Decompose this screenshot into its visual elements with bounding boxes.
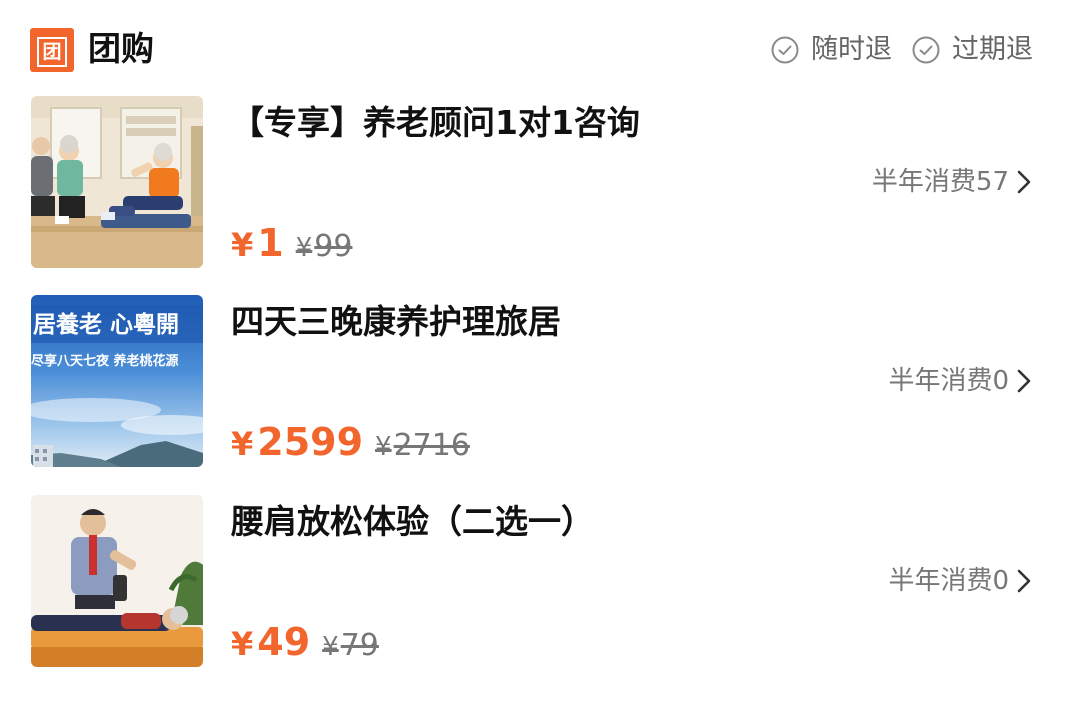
policy-label: 过期退	[952, 34, 1033, 65]
elderly-exercise-image	[31, 96, 203, 268]
deal-price: ¥2599	[231, 420, 364, 464]
original-price: ¥79	[322, 628, 379, 663]
sales-count: 半年消费57	[871, 167, 1009, 197]
chevron-right-icon	[1017, 569, 1031, 593]
section-title: 团购	[88, 29, 154, 68]
check-circle-icon	[912, 36, 940, 64]
policy-label: 随时退	[811, 34, 892, 65]
policy-anytime-refund: 随时退	[771, 30, 892, 70]
sales-info[interactable]: 半年消费0	[888, 561, 1033, 601]
sky-mountain-banner-image: 居養老 心粵開 尽享八天七夜 养老桃花源	[31, 295, 203, 467]
sales-info[interactable]: 半年消费57	[872, 162, 1033, 202]
deal-title[interactable]: 【专享】养老顾问1对1咨询	[231, 98, 640, 148]
sales-count: 半年消费0	[888, 366, 1009, 396]
check-circle-icon	[771, 36, 799, 64]
deal-price: ¥49	[231, 620, 311, 664]
price-row: ¥1 ¥99	[231, 220, 352, 271]
price-row: ¥2599 ¥2716	[231, 419, 470, 470]
deal-item[interactable]: 腰肩放松体验（二选一） 半年消费0 ¥49 ¥79	[31, 495, 1033, 667]
deal-title[interactable]: 腰肩放松体验（二选一）	[231, 497, 594, 547]
chevron-right-icon	[1017, 170, 1031, 194]
policy-expired-refund: 过期退	[912, 30, 1033, 70]
deal-thumbnail[interactable]: 居養老 心粵開 尽享八天七夜 养老桃花源	[31, 295, 203, 467]
price-row: ¥49 ¥79	[231, 619, 379, 670]
group-buy-logo-icon: 团	[30, 28, 74, 72]
chevron-right-icon	[1017, 369, 1031, 393]
deal-title[interactable]: 四天三晚康养护理旅居	[231, 297, 561, 347]
refund-policies: 随时退 过期退	[771, 30, 1033, 70]
deal-item[interactable]: 居養老 心粵開 尽享八天七夜 养老桃花源 四天三晚康养护理旅居 半年消费0 ¥2…	[31, 295, 1033, 467]
banner-headline: 居養老 心粵開	[33, 311, 179, 338]
deal-thumbnail[interactable]	[31, 96, 203, 268]
banner-subline: 尽享八天七夜 养老桃花源	[31, 353, 179, 369]
massage-therapy-image	[31, 495, 203, 667]
group-buy-section: 团 团购 随时退 过期退 【专享】养老顾问1对1咨询 半年消费57 ¥ 1 ¥9…	[0, 0, 1065, 707]
sales-info[interactable]: 半年消费0	[888, 361, 1033, 401]
deal-price: ¥1	[231, 221, 284, 265]
deal-thumbnail[interactable]	[31, 495, 203, 667]
original-price: ¥99	[295, 229, 353, 264]
original-price: ¥2716	[375, 428, 470, 463]
deal-item[interactable]: 【专享】养老顾问1对1咨询 半年消费57 ¥1 ¥99	[31, 96, 1033, 268]
section-header: 团 团购 随时退 过期退	[30, 26, 1035, 72]
sales-count: 半年消费0	[888, 566, 1009, 596]
